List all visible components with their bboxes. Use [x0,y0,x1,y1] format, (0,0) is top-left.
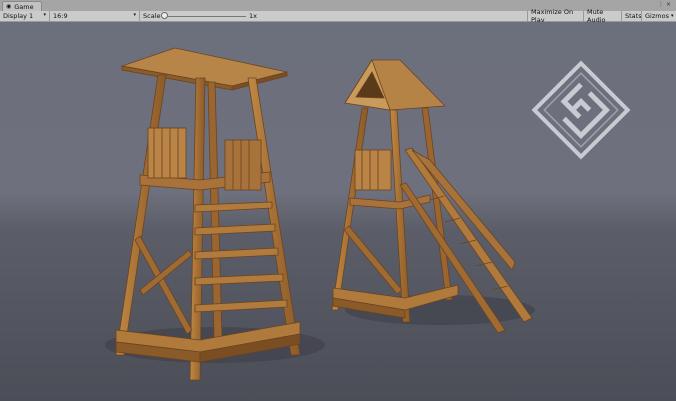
stats-button[interactable]: Stats [621,11,642,21]
game-viewport[interactable] [0,22,676,401]
gizmos-label: Gizmos [645,12,669,20]
brand-logo [531,60,631,160]
scale-slider-thumb[interactable] [161,12,168,19]
display-dropdown-label: Display 1 [3,12,34,20]
chevron-down-icon: ▾ [43,12,46,18]
gizmos-dropdown[interactable]: Gizmos ▾ [641,11,676,21]
game-icon: ◉ [6,3,12,10]
scale-value: 1x [249,12,257,20]
close-icon[interactable]: × [666,1,673,8]
game-toolbar: Display 1 ▾ 16:9 ▾ Scale 1x Maximize On … [0,8,676,24]
mute-audio-button[interactable]: Mute Audio [583,8,621,24]
window-controls: ⋮× [658,1,673,8]
scale-slider-track[interactable] [168,16,246,17]
tab-game-label: Game [14,2,34,11]
scene-render [105,47,631,381]
display-dropdown[interactable]: Display 1 ▾ [0,11,50,21]
menu-icon[interactable]: ⋮ [658,1,666,8]
chevron-down-icon: ▾ [670,13,674,19]
scale-label: Scale [143,12,161,20]
tab-game[interactable]: ◉ Game [2,1,42,11]
aspect-dropdown-label: 16:9 [53,12,68,20]
aspect-dropdown[interactable]: 16:9 ▾ [50,11,140,21]
maximize-on-play-button[interactable]: Maximize On Play [527,8,583,24]
chevron-down-icon: ▾ [133,12,136,18]
right-watchtower [331,59,533,334]
